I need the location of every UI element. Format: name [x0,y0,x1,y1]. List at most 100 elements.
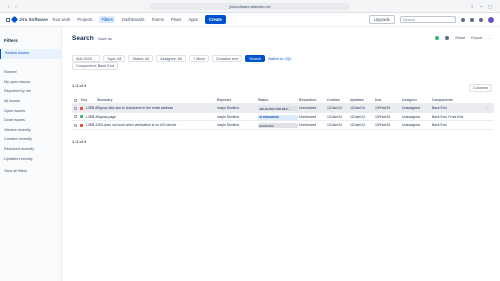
issue-components: Back End, Front End [432,114,464,119]
notifications-icon[interactable] [461,17,465,22]
col-assignee[interactable]: Assignee [402,98,430,102]
table-row[interactable]: L3EB-3 JFA does not work when verificati… [72,121,494,130]
issue-resolution: Unresolved [299,106,317,110]
row-checkbox[interactable] [74,106,77,110]
nav-teams[interactable]: Teams [151,17,163,22]
issue-summary[interactable]: JFA does not work when verification is o… [97,123,217,127]
nav-your-work[interactable]: Your work [52,17,70,22]
page-title: Search [72,35,94,42]
save-as-button[interactable]: Save as [98,37,112,41]
avatar[interactable] [488,16,494,23]
sidebar-item-done-issues[interactable]: Done issues [0,116,61,126]
col-summary[interactable]: Summary [97,98,217,102]
nav-projects[interactable]: Projects [77,17,92,22]
filters-sidebar: Filters Search issues Starred My open is… [0,27,62,281]
col-due[interactable]: Due [375,98,395,102]
result-count: 1–3 of 3 [72,84,87,88]
issues-table: Key Summary Reporter Status Resolution C… [72,96,494,130]
col-status[interactable]: Status [258,98,298,102]
share-button[interactable]: Share [455,36,465,40]
issue-assignee: Unassigned [402,114,420,119]
search-button[interactable]: Search [245,55,266,62]
top-right-actions: Upgrade Search [368,15,494,24]
app-logo[interactable]: Jira Software [6,15,48,24]
col-updated[interactable]: Updated [350,98,370,102]
row-checkbox[interactable] [74,115,77,118]
more-actions-icon[interactable]: … [488,36,492,40]
view-all-filters-link[interactable]: View all filters [4,169,27,173]
filter-bar-row2: Component: Back End [72,62,118,70]
project-filter[interactable]: AUL2024 [72,55,100,62]
assignee-filter[interactable]: Assignee: All [156,55,186,62]
sidebar-item-viewed-recently[interactable]: Viewed recently [0,126,61,136]
tabs-icon[interactable]: ▢ [488,4,492,9]
table-row[interactable]: L3EB-6 Signup fails due to characters in… [72,104,494,113]
issue-summary[interactable]: Signup fails due to characters in the em… [97,106,217,110]
issue-updated: 12/Jan/24 [350,106,365,110]
issue-updated: 12/Jan/24 [350,114,365,119]
status-badge[interactable]: SELECTED FOR DEV... [258,106,298,111]
upgrade-button[interactable]: Upgrade [368,15,395,24]
issue-reporter: Ivaylo Dimitrov [217,123,240,127]
status-badge[interactable]: IN PROGRESS [258,114,298,120]
issue-reporter: Ivaylo Dimitrov [217,106,240,110]
forward-icon[interactable]: › [15,4,16,9]
sidebar-item-updated-recently[interactable]: Updated recently [0,155,61,165]
col-components[interactable]: Components [432,98,482,102]
sidebar-item-created-recently[interactable]: Created recently [0,135,61,145]
status-filter[interactable]: Status: All [128,55,154,62]
app-switcher-icon[interactable] [6,17,10,22]
col-created[interactable]: Created [327,98,347,102]
share-browser-icon[interactable]: ⇪ [471,4,474,9]
url-bar[interactable]: jiracsoftware.atlassian.net [150,3,350,10]
nav-apps[interactable]: Apps [188,17,198,22]
new-tab-icon[interactable]: + [480,4,482,9]
component-filter[interactable]: Component: Back End [72,62,118,70]
sidebar-item-starred[interactable]: Starred [0,68,61,78]
more-filter-button[interactable]: + More [189,55,209,62]
status-dot-icon [435,36,440,40]
bug-icon [80,123,83,127]
row-checkbox[interactable] [74,123,77,127]
issue-created: 12/Jan/24 [327,106,342,110]
create-button[interactable]: Create [204,15,226,24]
sidebar-item-reported-by-me[interactable]: Reported by me [0,87,61,97]
feedback-icon[interactable] [445,36,450,40]
sidebar-item-all-issues[interactable]: All issues [0,97,61,107]
nav-plans[interactable]: Plans [171,17,181,22]
nav-dashboards[interactable]: Dashboards [122,17,145,22]
sidebar-item-open-issues[interactable]: Open issues [0,107,61,117]
bug-icon [80,106,83,110]
export-button[interactable]: Export [471,36,482,40]
jira-logo-icon [10,15,19,24]
sidebar-item-my-open-issues[interactable]: My open issues [0,78,61,88]
issue-assignee: Unassigned [402,123,420,127]
issue-due: 19/Feb/24 [375,106,391,110]
sidebar-item-resolved-recently[interactable]: Resolved recently [0,145,61,155]
col-reporter[interactable]: Reporter [217,98,255,102]
issue-summary[interactable]: Signup page [97,115,217,119]
browser-nav: ‹ › [8,4,17,9]
status-badge[interactable]: BACKLOG [258,123,298,128]
issue-resolution: Unresolved [299,123,317,127]
type-filter[interactable]: Type: All [103,55,126,62]
global-search-input[interactable]: Search [400,16,456,23]
contains-text-input[interactable]: Contains text [211,55,243,62]
result-count-footer: 1–3 of 3 [72,140,87,144]
col-resolution[interactable]: Resolution [299,98,325,102]
issue-assignee: Unassigned [402,106,420,110]
sidebar-item-search-issues[interactable]: Search issues [0,49,61,59]
nav-filters[interactable]: Filters [99,16,115,23]
browser-toolbar: ‹ › jiracsoftware.atlassian.net ⇪ + ▢ [0,0,500,13]
settings-icon[interactable] [479,17,483,22]
help-icon[interactable] [470,17,474,22]
back-icon[interactable]: ‹ [8,4,9,9]
row-more-icon[interactable]: … [486,106,492,110]
columns-button[interactable]: Columns [469,84,492,92]
table-row[interactable]: L3EB-4 Signup page Ivaylo Dimitrov IN PR… [72,113,494,121]
issue-components: Back End [432,106,447,110]
switch-to-jql-link[interactable]: Switch to JQL [268,57,291,61]
col-key[interactable]: Key [81,98,95,102]
sidebar-item-blank [0,59,61,69]
select-all-checkbox[interactable] [74,98,77,102]
